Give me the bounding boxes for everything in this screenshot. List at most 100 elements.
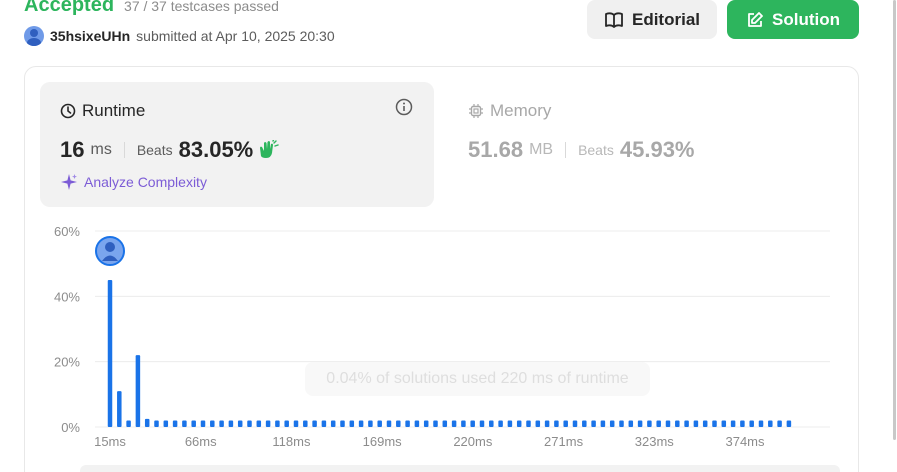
chart-bar bbox=[442, 420, 448, 427]
chip-icon bbox=[469, 104, 483, 118]
chart-bar bbox=[563, 420, 568, 427]
clapping-hands-icon bbox=[260, 140, 279, 158]
submitter-name[interactable]: 35hsixeUHn bbox=[50, 28, 130, 44]
chart-bar bbox=[600, 420, 606, 427]
chart-bar bbox=[349, 420, 355, 427]
editorial-button[interactable]: Editorial bbox=[587, 0, 717, 39]
runtime-unit: ms bbox=[90, 141, 112, 158]
chart-bar bbox=[535, 420, 541, 427]
chart-bar bbox=[572, 420, 578, 427]
chart-bar bbox=[637, 420, 643, 427]
solution-button[interactable]: Solution bbox=[727, 0, 859, 39]
runtime-value: 16 bbox=[60, 137, 85, 162]
edit-icon bbox=[748, 11, 763, 27]
avatar[interactable] bbox=[24, 26, 44, 46]
chart-bar bbox=[479, 420, 485, 427]
memory-panel[interactable]: Memory 51.68 MB Beats 45.93% bbox=[468, 82, 858, 207]
chart-bar bbox=[461, 420, 466, 427]
y-tick-label: 0% bbox=[61, 420, 80, 435]
code-section-header bbox=[80, 465, 840, 472]
chart-bar bbox=[740, 420, 745, 427]
chart-bar bbox=[498, 420, 503, 427]
x-tick-label: 169ms bbox=[363, 434, 403, 449]
chart-bar bbox=[619, 420, 624, 427]
chart-bar bbox=[628, 420, 634, 427]
chart-bar bbox=[396, 420, 401, 427]
memory-value: 51.68 bbox=[468, 137, 524, 162]
editorial-label: Editorial bbox=[631, 9, 700, 29]
chart-bar bbox=[423, 420, 429, 427]
chart-bar bbox=[182, 420, 187, 427]
chart-bar bbox=[526, 420, 531, 427]
chart-svg: 0% 20% 40% 60% 15ms 66ms 118ms 169ms 220ms 271ms 3… bbox=[54, 224, 830, 449]
chart-bar bbox=[582, 420, 587, 427]
analyze-label: Analyze Complexity bbox=[84, 174, 207, 190]
chart-bar bbox=[321, 420, 327, 427]
user-position-marker[interactable] bbox=[95, 236, 125, 266]
chart-bar bbox=[414, 420, 420, 427]
accepted-label: Accepted bbox=[24, 0, 115, 16]
chart-bar bbox=[730, 420, 736, 427]
chart-bar bbox=[303, 420, 308, 427]
memory-beats-label: Beats bbox=[578, 142, 614, 158]
chart-bar bbox=[219, 420, 224, 427]
divider bbox=[123, 142, 125, 158]
chart-bar bbox=[544, 420, 550, 427]
clock-icon bbox=[60, 103, 76, 119]
info-icon[interactable] bbox=[395, 98, 413, 116]
x-tick-label: 220ms bbox=[453, 434, 493, 449]
chart-bar bbox=[405, 420, 410, 427]
chart-bar bbox=[265, 420, 271, 427]
chart-bar bbox=[470, 420, 475, 427]
chart-bar bbox=[702, 420, 708, 427]
chart-bar bbox=[386, 420, 392, 427]
chart-bar bbox=[117, 391, 122, 427]
chart-bar bbox=[154, 420, 159, 427]
analyze-complexity-link[interactable]: Analyze Complexity bbox=[60, 173, 207, 191]
chart-bar bbox=[228, 420, 234, 427]
submitter-info: 35hsixeUHn submitted at Apr 10, 2025 20:… bbox=[24, 26, 335, 46]
chart-bar bbox=[275, 420, 280, 427]
divider bbox=[565, 142, 567, 158]
chart-bar bbox=[107, 280, 113, 427]
chart-bar bbox=[200, 420, 206, 427]
x-tick-label: 323ms bbox=[635, 434, 675, 449]
chart-bar bbox=[591, 420, 596, 427]
book-icon bbox=[605, 11, 623, 28]
chart-bar bbox=[368, 420, 373, 427]
chart-bar bbox=[163, 420, 169, 427]
runtime-distribution-chart[interactable]: 0% 20% 40% 60% 15ms 66ms 118ms 169ms 220ms 271ms 3… bbox=[40, 218, 840, 463]
runtime-label: Runtime bbox=[82, 101, 146, 120]
chart-bar bbox=[144, 418, 150, 427]
sparkle-icon bbox=[61, 174, 77, 190]
chart-bar bbox=[516, 420, 522, 427]
memory-values: 51.68 MB Beats 45.93% bbox=[468, 137, 695, 163]
chart-bar bbox=[330, 420, 336, 427]
chart-bar bbox=[768, 420, 773, 427]
chart-bar bbox=[786, 420, 792, 427]
runtime-title: Runtime bbox=[60, 101, 145, 121]
x-tick-label: 15ms bbox=[94, 434, 126, 449]
chart-bar bbox=[758, 420, 764, 427]
chart-bar bbox=[293, 420, 299, 427]
chart-bar bbox=[172, 420, 178, 427]
chart-bar bbox=[451, 420, 457, 427]
chart-bar bbox=[377, 420, 382, 427]
chart-bar bbox=[126, 420, 131, 427]
x-tick-label: 271ms bbox=[544, 434, 584, 449]
chart-bar bbox=[312, 420, 317, 427]
chart-bar bbox=[647, 420, 652, 427]
memory-title: Memory bbox=[468, 101, 551, 121]
chart-bar bbox=[693, 420, 699, 427]
chart-bar bbox=[554, 420, 559, 427]
chart-bar bbox=[684, 420, 689, 427]
runtime-beats-label: Beats bbox=[136, 142, 173, 158]
chart-bar bbox=[284, 420, 289, 427]
chart-bar bbox=[210, 420, 215, 427]
scrollbar[interactable] bbox=[893, 0, 896, 440]
runtime-panel[interactable]: Runtime 16 ms Beats 83.05% Analyze Compl… bbox=[40, 82, 434, 207]
chart-bar bbox=[721, 420, 727, 427]
chart-bar bbox=[656, 420, 661, 427]
chart-bar bbox=[135, 355, 141, 427]
chart-bar bbox=[675, 420, 680, 427]
